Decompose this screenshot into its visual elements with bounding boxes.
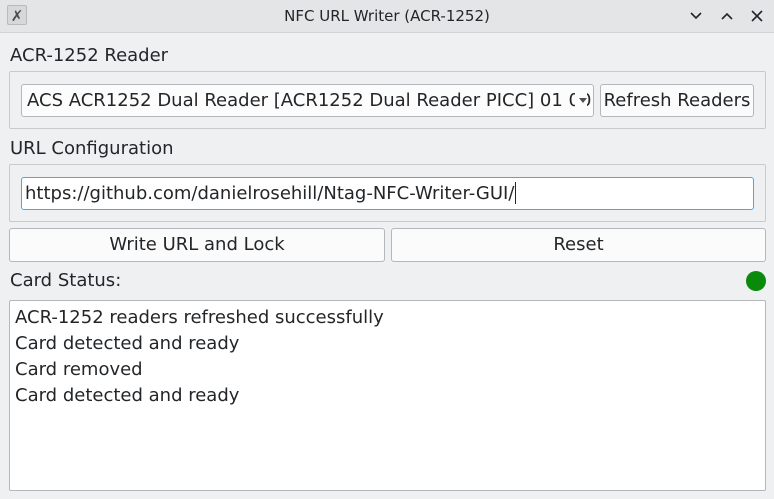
- refresh-readers-button[interactable]: Refresh Readers: [600, 84, 754, 117]
- window-title: NFC URL Writer (ACR-1252): [284, 7, 490, 25]
- close-icon[interactable]: [744, 3, 770, 29]
- card-status-label: Card Status:: [10, 270, 122, 291]
- title-bar: ✗ NFC URL Writer (ACR-1252): [0, 0, 774, 33]
- url-input[interactable]: https://github.com/danielrosehill/Ntag-N…: [21, 177, 754, 210]
- text-caret: [515, 181, 517, 204]
- url-input-value: https://github.com/danielrosehill/Ntag-N…: [25, 183, 515, 204]
- status-log[interactable]: ACR-1252 readers refreshed successfully …: [9, 300, 766, 491]
- write-url-and-lock-button[interactable]: Write URL and Lock: [9, 228, 385, 262]
- status-indicator-icon: [746, 271, 766, 291]
- chevron-down-icon: [575, 85, 587, 116]
- reset-button[interactable]: Reset: [391, 228, 766, 262]
- reader-select-value: ACS ACR1252 Dual Reader [ACR1252 Dual Re…: [27, 90, 592, 111]
- minimize-icon[interactable]: [683, 3, 709, 29]
- log-line: ACR-1252 readers refreshed successfully: [15, 307, 384, 328]
- reader-group-label: ACR-1252 Reader: [10, 45, 169, 66]
- log-line: Card removed: [15, 359, 143, 380]
- maximize-icon[interactable]: [714, 3, 740, 29]
- reader-select[interactable]: ACS ACR1252 Dual Reader [ACR1252 Dual Re…: [21, 84, 594, 117]
- log-line: Card detected and ready: [15, 385, 240, 406]
- url-group-label: URL Configuration: [10, 138, 174, 159]
- log-line: Card detected and ready: [15, 333, 240, 354]
